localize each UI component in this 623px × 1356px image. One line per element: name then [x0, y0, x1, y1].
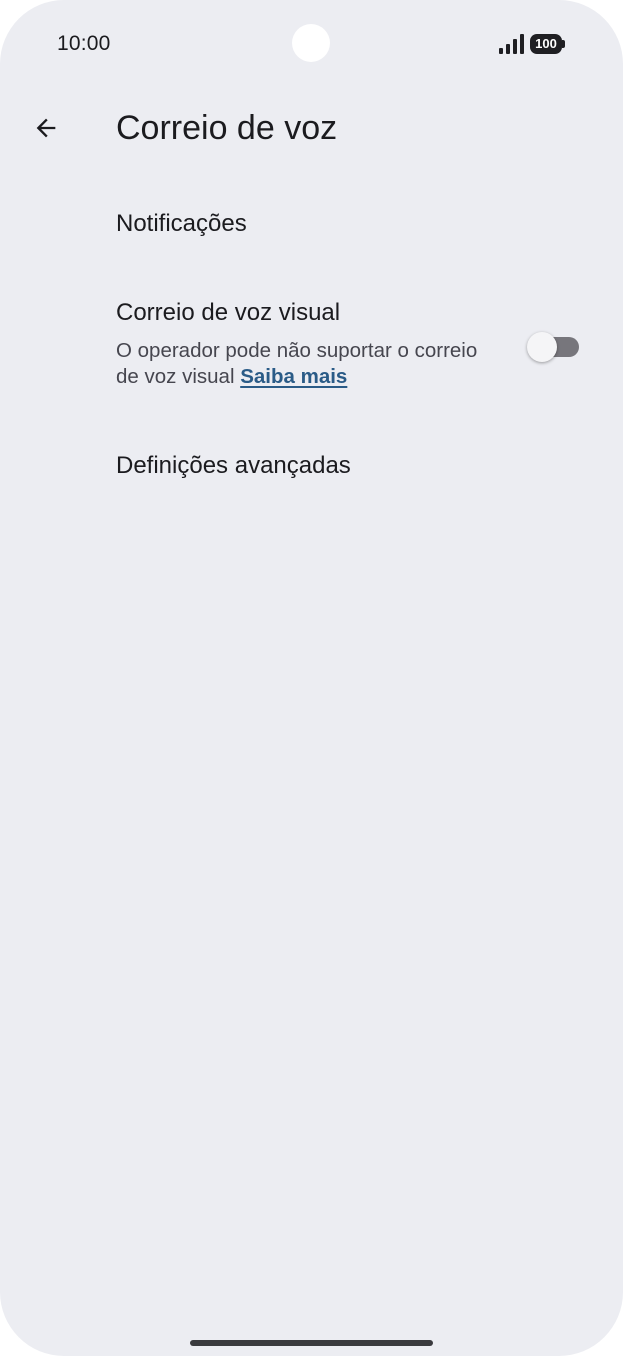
back-button[interactable] [22, 104, 70, 152]
battery-icon: 100 [530, 34, 565, 54]
status-bar: 10:00 100 [0, 0, 623, 90]
page-title: Correio de voz [116, 109, 338, 147]
notifications-title: Notificações [116, 210, 247, 237]
visual-voicemail-switch[interactable] [527, 332, 581, 362]
phone-screen: 10:00 100 Correio de voz Notificações Co… [0, 0, 623, 1356]
advanced-settings-row[interactable]: Definições avançadas [0, 432, 623, 502]
home-indicator[interactable] [190, 1340, 433, 1346]
arrow-left-icon [36, 118, 56, 138]
notifications-row[interactable]: Notificações [0, 190, 623, 260]
status-time: 10:00 [57, 32, 111, 55]
visual-voicemail-title: Correio de voz visual [116, 299, 341, 326]
battery-level: 100 [530, 34, 562, 54]
visual-voicemail-subtitle: O operador pode não suportar o correio d… [116, 338, 496, 390]
battery-tip [562, 40, 565, 48]
camera-cutout [292, 24, 330, 62]
switch-thumb [527, 332, 557, 362]
signal-icon [499, 34, 524, 54]
advanced-settings-title: Definições avançadas [116, 452, 351, 479]
learn-more-link[interactable]: Saiba mais [240, 365, 347, 388]
